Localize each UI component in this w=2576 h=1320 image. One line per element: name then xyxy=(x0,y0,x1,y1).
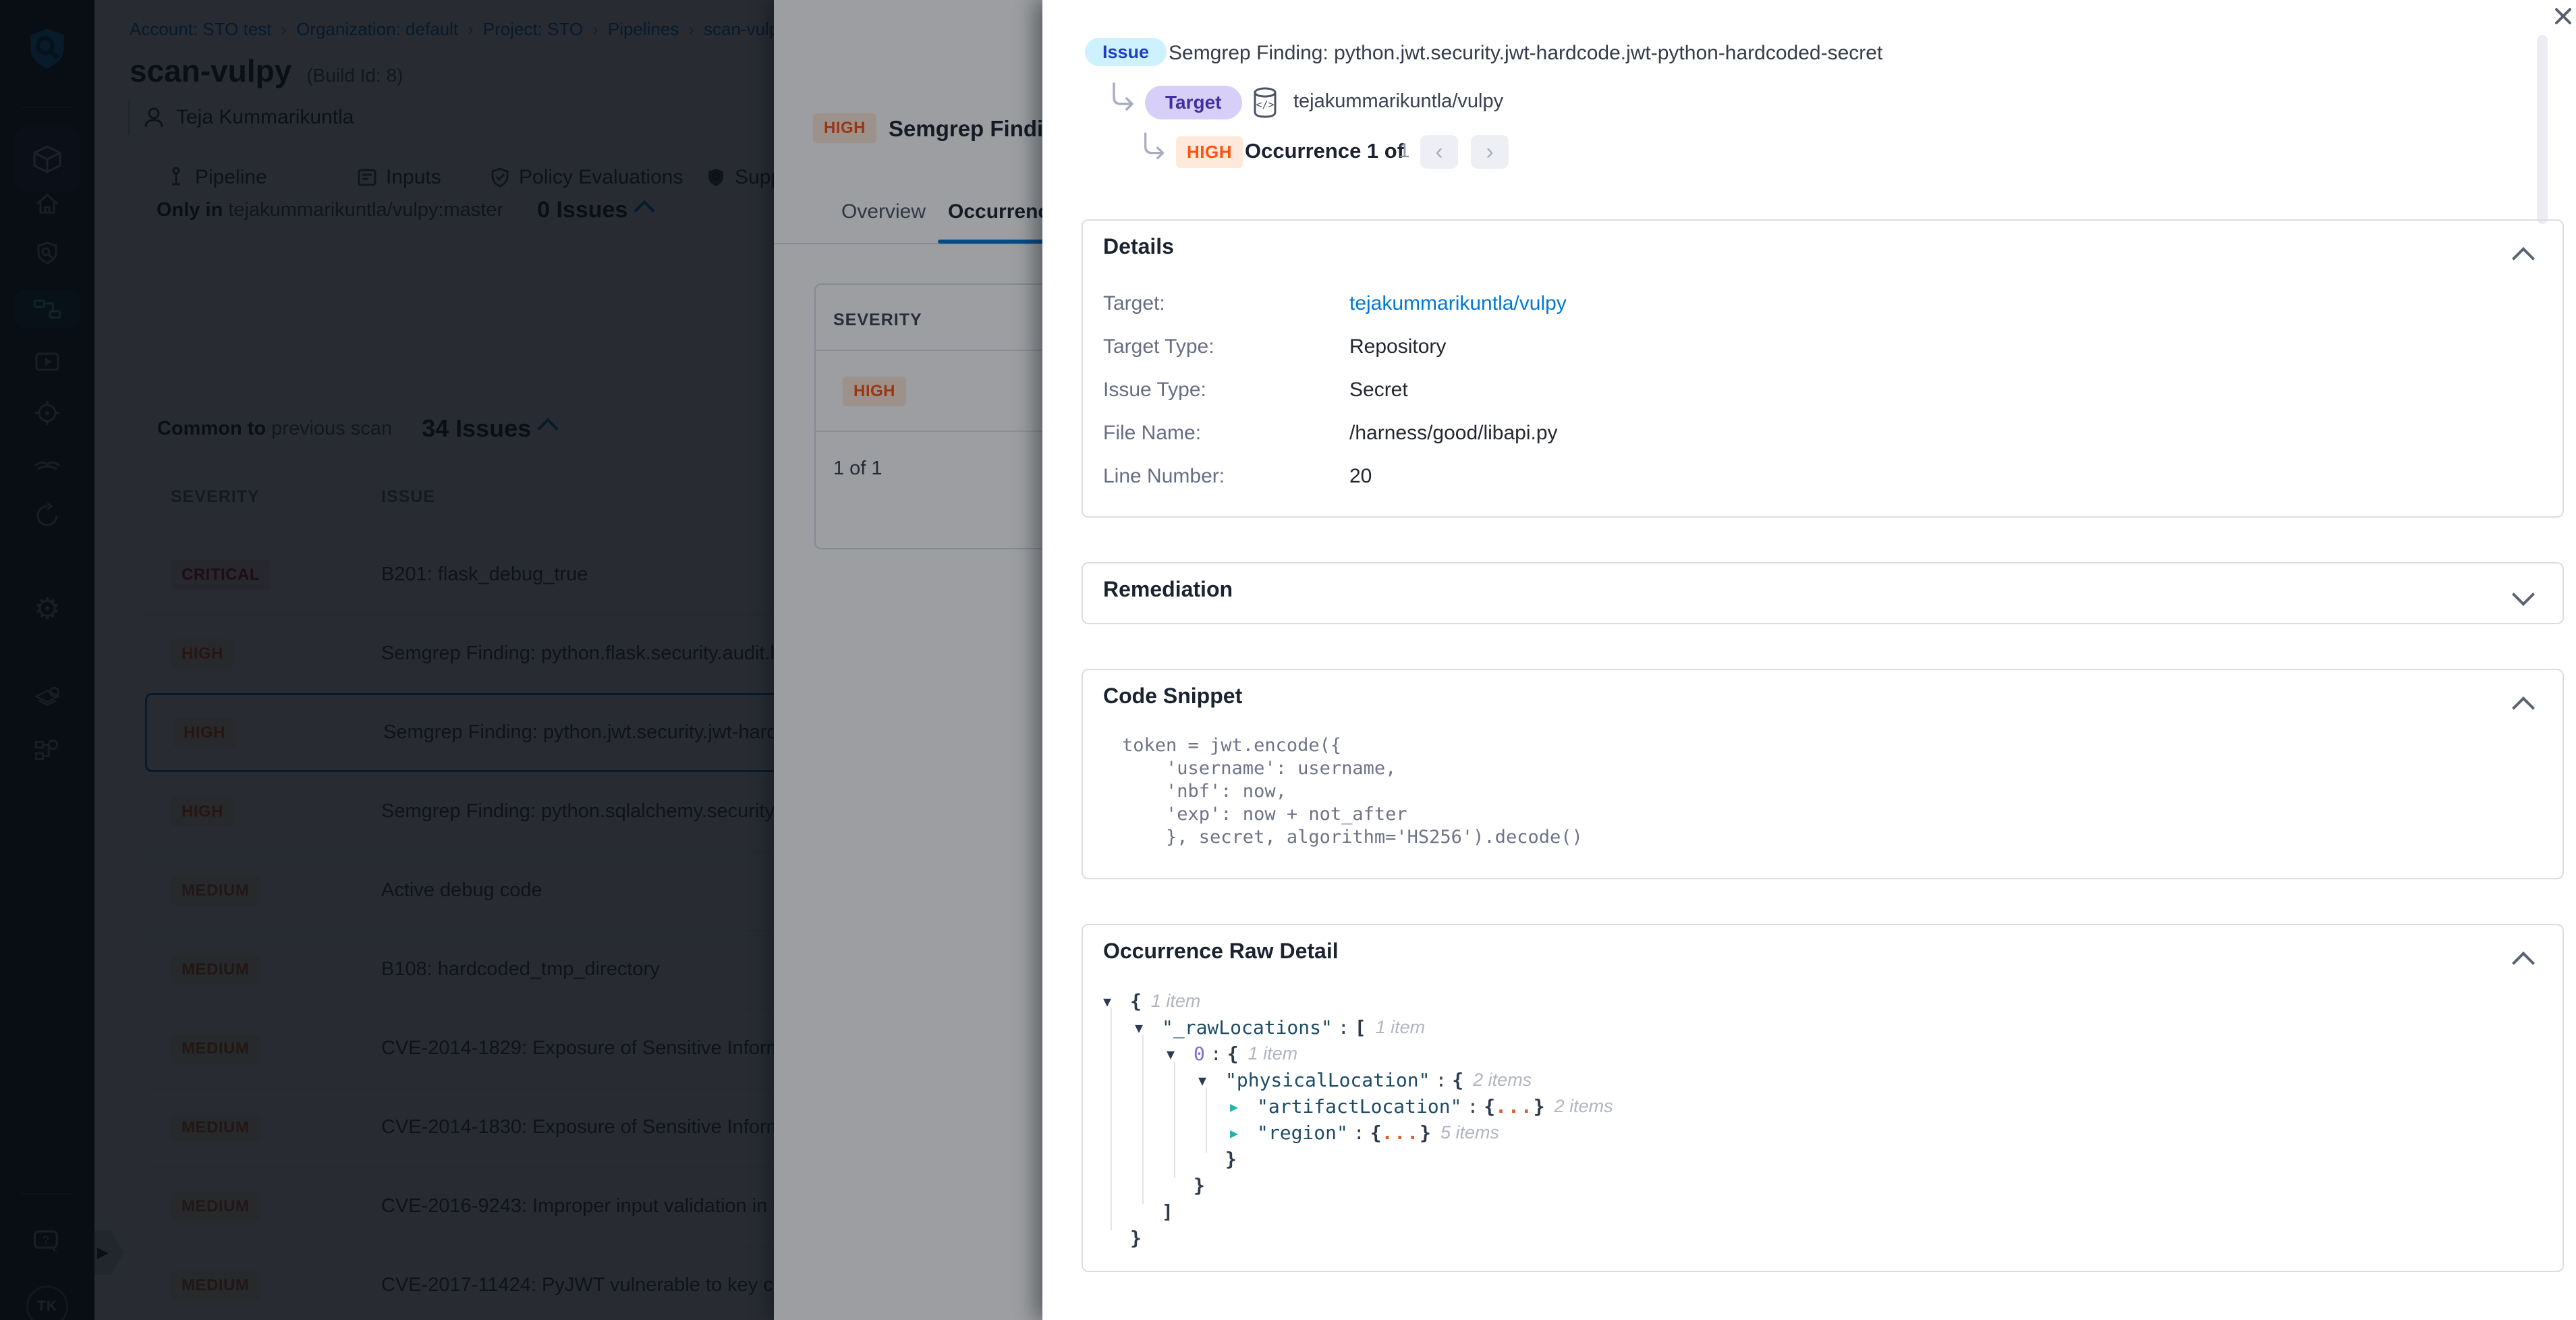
tree-row[interactable]: ▼0:{1 item xyxy=(1167,1043,1297,1065)
tree-row: } xyxy=(1194,1174,1205,1197)
detail-value: Repository xyxy=(1349,335,1446,358)
occurrence-detail-drawer: Issue Semgrep Finding: python.jwt.securi… xyxy=(1042,0,2576,1320)
scrollbar-thumb[interactable] xyxy=(2537,35,2548,224)
tree-guide xyxy=(1142,1035,1144,1204)
occurrence-total: 1 xyxy=(1399,140,1410,163)
tree-expanded-icon[interactable]: ▼ xyxy=(1103,993,1130,1010)
code-snippet-heading: Code Snippet xyxy=(1103,684,1242,709)
issue-type-badge: Issue xyxy=(1085,38,1167,66)
expand-section-icon[interactable] xyxy=(2512,583,2535,606)
tree-expanded-icon[interactable]: ▼ xyxy=(1135,1020,1162,1036)
app-root: Account: STO test › Organization: defaul… xyxy=(0,0,2576,1320)
detail-value: /harness/good/libapi.py xyxy=(1349,422,1558,445)
detail-label: Target Type: xyxy=(1103,335,1214,358)
tree-expanded-icon[interactable]: ▼ xyxy=(1167,1046,1194,1062)
detail-value: Secret xyxy=(1349,379,1408,402)
code-line: token = jwt.encode({ xyxy=(1122,735,1341,756)
tree-guide xyxy=(1111,1008,1112,1230)
raw-detail-heading: Occurrence Raw Detail xyxy=(1103,939,1339,964)
next-occurrence-button[interactable]: › xyxy=(1471,135,1509,169)
collapse-section-icon[interactable] xyxy=(2512,952,2535,974)
tree-guide xyxy=(1206,1088,1207,1153)
detail-value: 20 xyxy=(1349,465,1372,488)
raw-detail-card: Occurrence Raw Detail ▼{1 item ▼"_rawLoc… xyxy=(1082,924,2564,1272)
tree-guide xyxy=(1174,1062,1175,1178)
tree-row[interactable]: ▼"_rawLocations":[1 item xyxy=(1135,1016,1425,1039)
detail-label: Line Number: xyxy=(1103,465,1225,488)
code-line: }, secret, algorithm='HS256').decode() xyxy=(1122,827,1583,848)
branch-arrow-icon xyxy=(1140,132,1169,167)
tree-row: ] xyxy=(1162,1201,1173,1223)
code-snippet-card: Code Snippet token = jwt.encode({ 'usern… xyxy=(1082,669,2564,879)
detail-value-target-link[interactable]: tejakummarikuntla/vulpy xyxy=(1349,292,1567,315)
chevron-right-icon: › xyxy=(1486,139,1493,165)
occurrence-drawer-title: Semgrep Finding: python.jwt.security.jwt… xyxy=(1169,42,1882,65)
tree-row[interactable]: ▼{1 item xyxy=(1103,990,1200,1012)
details-heading: Details xyxy=(1103,234,1174,259)
collapse-section-icon[interactable] xyxy=(2512,696,2535,719)
tree-row: } xyxy=(1130,1227,1142,1249)
target-badge: Target xyxy=(1145,86,1242,119)
tree-row[interactable]: ▶"artifactLocation":{...}2 items xyxy=(1230,1095,1613,1118)
branch-arrow-icon xyxy=(1109,82,1138,118)
tree-row[interactable]: ▶"region":{...}5 items xyxy=(1230,1122,1499,1144)
remediation-heading: Remediation xyxy=(1103,577,1233,602)
close-icon xyxy=(2553,6,2573,26)
tree-collapsed-icon[interactable]: ▶ xyxy=(1230,1125,1257,1141)
close-button[interactable] xyxy=(2551,4,2575,28)
target-name: tejakummarikuntla/vulpy xyxy=(1293,90,1503,113)
code-line: 'exp': now + not_after xyxy=(1122,804,1407,825)
previous-occurrence-button[interactable]: ‹ xyxy=(1420,135,1458,169)
tree-collapsed-icon[interactable]: ▶ xyxy=(1230,1099,1257,1115)
remediation-card: Remediation xyxy=(1082,562,2564,624)
collapse-section-icon[interactable] xyxy=(2512,247,2535,270)
detail-label: File Name: xyxy=(1103,422,1201,445)
detail-label: Issue Type: xyxy=(1103,379,1206,402)
occurrence-label: Occurrence 1 of xyxy=(1245,139,1404,163)
detail-label: Target: xyxy=(1103,292,1165,315)
tree-row[interactable]: ▼"physicalLocation":{2 items xyxy=(1198,1069,1532,1091)
code-line: 'nbf': now, xyxy=(1122,781,1287,802)
chevron-left-icon: ‹ xyxy=(1435,139,1443,165)
repository-icon: </> xyxy=(1248,85,1282,123)
svg-text:</>: </> xyxy=(1256,99,1274,111)
details-card: Details Target: tejakummarikuntla/vulpy … xyxy=(1082,219,2564,518)
tree-expanded-icon[interactable]: ▼ xyxy=(1198,1072,1225,1089)
code-line: 'username': username, xyxy=(1122,758,1396,779)
severity-badge: HIGH xyxy=(1176,136,1243,168)
tree-row: } xyxy=(1225,1148,1237,1170)
